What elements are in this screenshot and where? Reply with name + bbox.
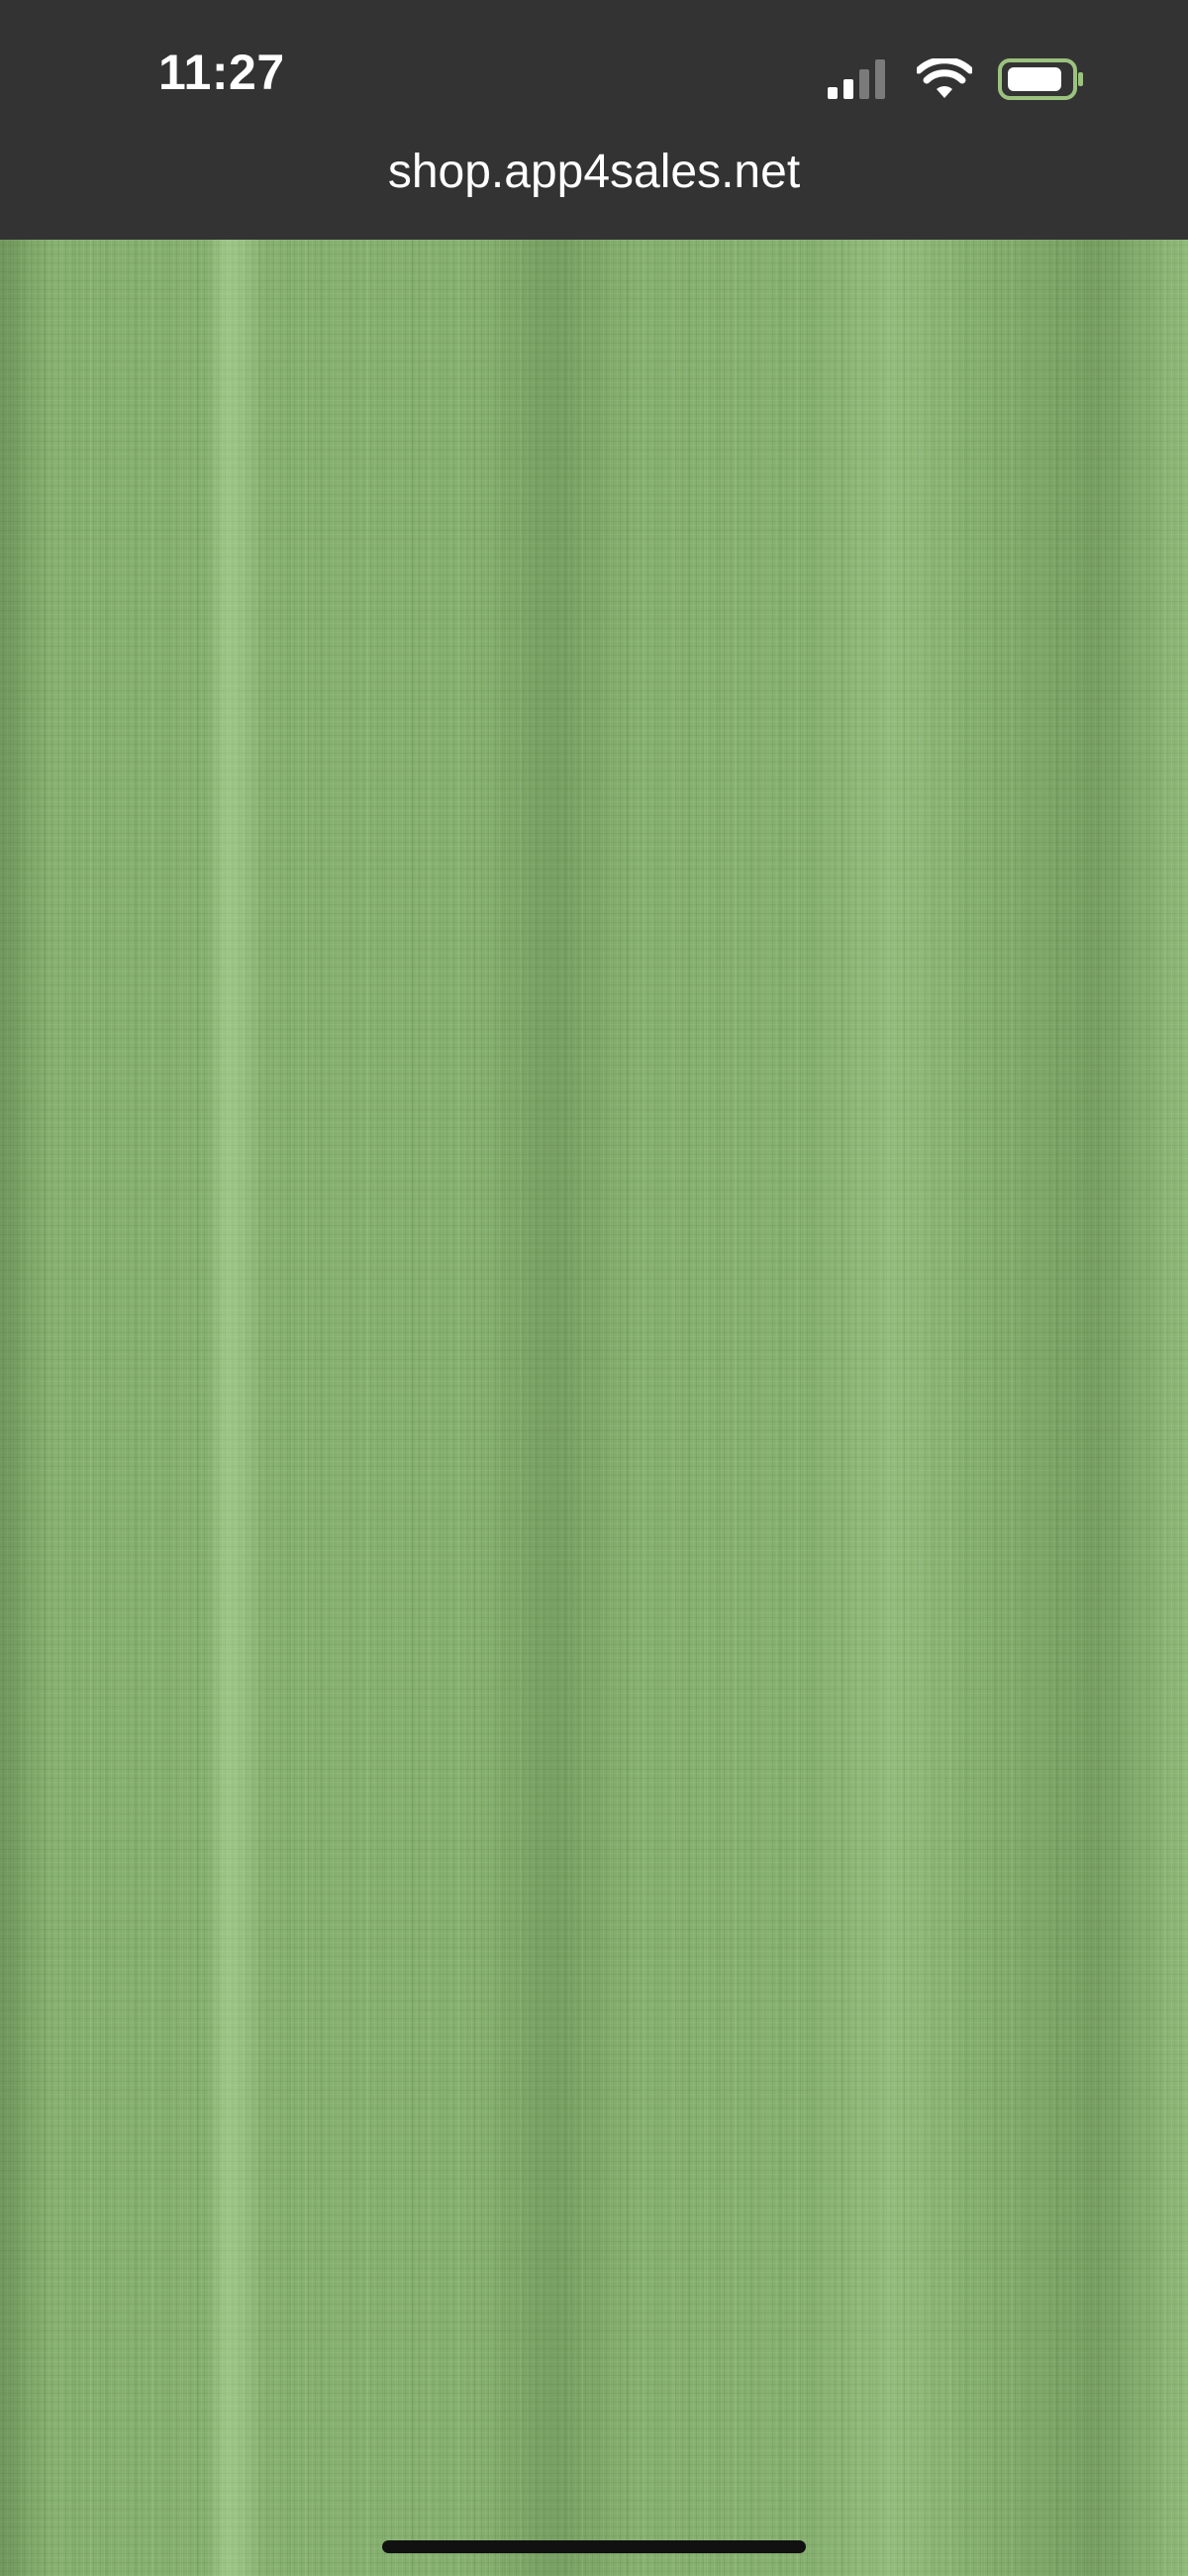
address-bar-url[interactable]: shop.app4sales.net bbox=[0, 149, 1188, 196]
home-indicator[interactable] bbox=[382, 2540, 806, 2553]
wifi-icon bbox=[917, 58, 972, 100]
battery-icon bbox=[998, 57, 1085, 101]
green-fabric-texture-image bbox=[0, 240, 1188, 2576]
status-icons bbox=[828, 57, 1085, 101]
browser-top-bar: 11:27 shop.app4sales.net bbox=[0, 0, 1188, 240]
status-time: 11:27 bbox=[158, 45, 285, 100]
cellular-signal-icon bbox=[828, 59, 891, 99]
